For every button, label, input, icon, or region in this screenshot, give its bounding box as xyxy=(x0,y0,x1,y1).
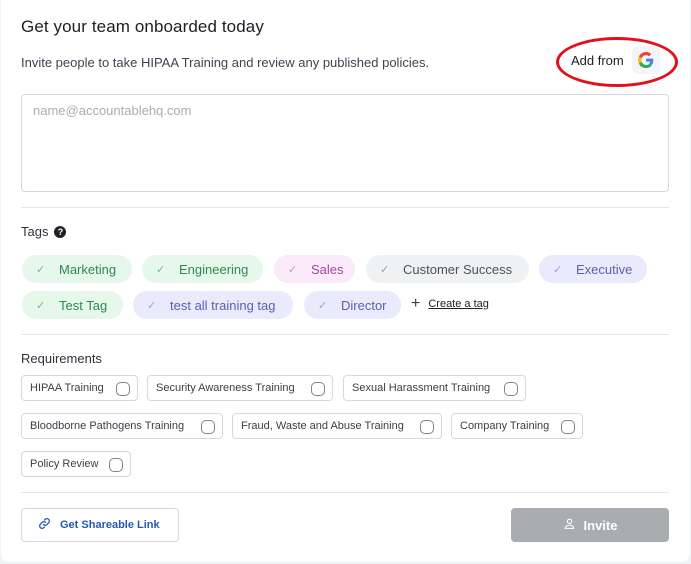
check-icon: ✓ xyxy=(36,263,46,276)
help-icon[interactable]: ? xyxy=(54,225,67,238)
requirements-label: Requirements xyxy=(21,351,102,366)
tag-label: Sales xyxy=(311,261,344,277)
check-icon: ✓ xyxy=(147,299,157,312)
link-icon xyxy=(38,517,51,533)
requirement-sexual-harassment[interactable]: Sexual Harassment Training xyxy=(343,375,526,401)
invite-modal: Get your team onboarded today Invite peo… xyxy=(1,0,690,562)
check-icon: ✓ xyxy=(380,263,390,276)
tag-executive[interactable]: ✓ Executive xyxy=(539,255,647,283)
requirement-label: Policy Review xyxy=(30,458,99,470)
check-icon: ✓ xyxy=(36,299,46,312)
tag-label: Executive xyxy=(576,261,633,277)
tag-engineering[interactable]: ✓ Engineering xyxy=(142,255,263,283)
requirement-label: Company Training xyxy=(460,420,550,432)
requirement-checkbox[interactable] xyxy=(561,420,575,434)
tag-label: Marketing xyxy=(59,261,117,277)
page-title: Get your team onboarded today xyxy=(21,17,264,36)
tag-test-all-training[interactable]: ✓ test all training tag xyxy=(133,291,293,319)
requirement-checkbox[interactable] xyxy=(504,382,518,396)
requirements-label-row: Requirements xyxy=(21,351,102,366)
tag-label: test all training tag xyxy=(170,297,276,313)
requirement-label: Security Awareness Training xyxy=(156,382,295,394)
add-from-label: Add from xyxy=(571,52,624,68)
invite-button[interactable]: Invite xyxy=(511,508,669,542)
tag-label: Customer Success xyxy=(403,261,513,277)
divider xyxy=(21,334,669,335)
requirement-policy-review[interactable]: Policy Review xyxy=(21,451,131,477)
check-icon: ✓ xyxy=(288,263,298,276)
requirement-fraud-waste-abuse[interactable]: Fraud, Waste and Abuse Training xyxy=(232,413,442,439)
requirement-checkbox[interactable] xyxy=(109,458,123,472)
requirement-hipaa-training[interactable]: HIPAA Training xyxy=(21,375,138,401)
divider xyxy=(21,207,669,208)
tag-label: Test Tag xyxy=(59,297,108,313)
requirement-bloodborne-pathogens[interactable]: Bloodborne Pathogens Training xyxy=(21,413,223,439)
tag-marketing[interactable]: ✓ Marketing xyxy=(22,255,132,283)
check-icon: ✓ xyxy=(156,263,166,276)
tag-customer-success[interactable]: ✓ Customer Success xyxy=(366,255,529,283)
get-shareable-link-button[interactable]: Get Shareable Link xyxy=(21,508,179,542)
check-icon: ✓ xyxy=(553,263,563,276)
share-label: Get Shareable Link xyxy=(60,519,160,531)
tag-label: Engineering xyxy=(179,261,249,277)
tags-label-row: Tags ? xyxy=(21,224,67,239)
create-tag-label: Create a tag xyxy=(428,298,489,310)
tag-label: Director xyxy=(341,297,387,313)
google-icon xyxy=(631,46,660,74)
requirement-security-awareness[interactable]: Security Awareness Training xyxy=(147,375,333,401)
requirement-label: Bloodborne Pathogens Training xyxy=(30,420,185,432)
tag-director[interactable]: ✓ Director xyxy=(304,291,401,319)
email-input[interactable] xyxy=(21,94,669,192)
requirement-checkbox[interactable] xyxy=(116,382,130,396)
plus-icon: + xyxy=(411,295,421,312)
requirement-company-training[interactable]: Company Training xyxy=(451,413,583,439)
add-from-google-button[interactable]: Add from xyxy=(563,43,667,77)
user-icon xyxy=(563,517,576,533)
tag-test-tag[interactable]: ✓ Test Tag xyxy=(22,291,123,319)
requirement-label: HIPAA Training xyxy=(30,382,104,394)
requirement-checkbox[interactable] xyxy=(311,382,325,396)
requirement-checkbox[interactable] xyxy=(420,420,434,434)
create-tag-button[interactable]: + Create a tag xyxy=(411,296,489,312)
page-subtitle: Invite people to take HIPAA Training and… xyxy=(21,55,430,70)
requirement-checkbox[interactable] xyxy=(201,420,215,434)
requirement-label: Sexual Harassment Training xyxy=(352,382,491,394)
divider xyxy=(21,492,669,493)
check-icon: ✓ xyxy=(318,299,328,312)
tag-sales[interactable]: ✓ Sales xyxy=(274,255,355,283)
tags-label: Tags xyxy=(21,224,49,239)
requirement-label: Fraud, Waste and Abuse Training xyxy=(241,420,404,432)
invite-label: Invite xyxy=(583,517,618,533)
